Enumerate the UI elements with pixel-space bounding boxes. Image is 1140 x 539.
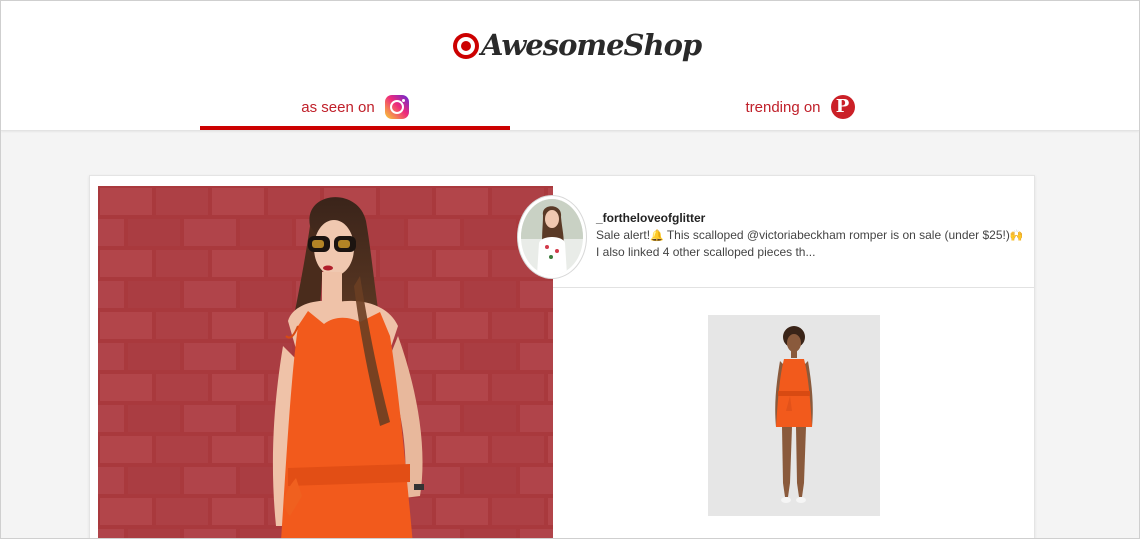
site-header: AwesomeShop as seen on trending on P [1,1,1139,131]
post-caption: Sale alert!🔔 This scalloped @victoriabec… [596,227,1026,260]
raised-hands-emoji-icon: 🙌 [1009,229,1024,242]
tab-pinterest-label: trending on [745,98,821,116]
instagram-icon [384,95,409,119]
caption-text-3: I also linked 4 other scalloped pieces t… [596,245,816,259]
tab-pinterest[interactable]: trending on P [510,87,1090,127]
avatar-illustration [521,199,583,275]
site-logo[interactable]: AwesomeShop [453,23,702,67]
post-photo[interactable] [98,186,553,538]
product-image[interactable] [708,315,880,516]
caption-text-1: Sale alert! [596,228,651,242]
post-info: _fortheloveofglitter Sale alert!🔔 This s… [596,211,1026,260]
post-photo-illustration [98,186,553,538]
tab-instagram-label: as seen on [301,98,375,116]
bell-emoji-icon: 🔔 [650,229,664,242]
avatar[interactable] [518,196,586,278]
caption-text-2: This scalloped @victoriabeckham romper i… [663,228,1010,242]
active-tab-indicator [200,126,510,130]
page: AwesomeShop as seen on trending on P _fo… [0,0,1140,539]
pinterest-icon: P [830,95,855,119]
orange-romper-product-illustration [708,315,880,516]
post-username[interactable]: _fortheloveofglitter [596,211,1026,225]
tab-instagram[interactable]: as seen on [200,87,510,127]
target-bullseye-icon [453,33,479,59]
post-divider [553,287,1034,288]
instagram-post-card: _fortheloveofglitter Sale alert!🔔 This s… [89,175,1035,538]
logo-text: AwesomeShop [481,28,702,62]
